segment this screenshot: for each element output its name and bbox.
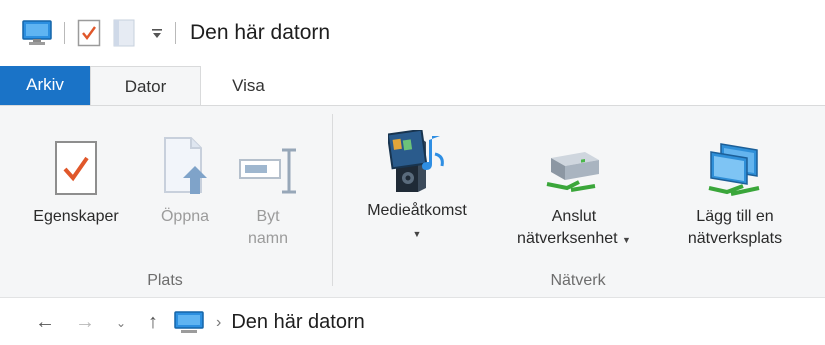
tab-arkiv[interactable]: Arkiv (0, 66, 90, 106)
breadcrumb[interactable]: Den här datorn (231, 311, 364, 334)
separator (175, 22, 176, 44)
group-separator (332, 114, 333, 286)
open-label: Öppna (160, 208, 210, 225)
rename-icon (238, 126, 298, 196)
add-network-location-label: Lägg till en nätverksplats (688, 206, 782, 250)
open-button[interactable]: Öppna (148, 126, 222, 228)
media-access-label: Medieåtkomst ▼ (367, 200, 467, 245)
computer-icon (22, 20, 52, 46)
map-network-drive-line1: Anslut (551, 208, 597, 225)
computer-icon (174, 310, 204, 335)
window-title: Den här datorn (190, 21, 331, 44)
map-network-drive-button[interactable]: Anslut nätverksenhet ▼ (494, 126, 654, 251)
rename-label-line2: namn (247, 230, 289, 247)
add-network-location-line1: Lägg till en (696, 208, 774, 225)
arrow-right-icon: → (75, 311, 95, 333)
add-network-location-line2: nätverksplats (687, 230, 783, 247)
properties-button[interactable]: Egenskaper (18, 126, 134, 228)
properties-icon[interactable] (77, 19, 101, 47)
group-label-natverk: Nätverk (550, 272, 606, 289)
open-icon (161, 126, 209, 196)
back-button[interactable]: ← (30, 308, 60, 338)
chevron-down-icon: ▼ (622, 235, 631, 245)
customize-quick-access-icon[interactable] (151, 26, 163, 40)
rename-label: Byt namn (248, 206, 288, 250)
separator (64, 22, 65, 44)
network-drive-icon (545, 126, 603, 196)
rename-button[interactable]: Byt namn (232, 126, 304, 250)
tab-dator[interactable]: Dator (90, 66, 201, 106)
address-bar: ← → ⌄ ↑ › Den här datorn (0, 300, 825, 345)
media-access-text: Medieåtkomst (367, 202, 467, 219)
arrow-up-icon: ↑ (148, 311, 158, 333)
arrow-left-icon: ← (35, 311, 55, 333)
ribbon-tabs: Arkiv Dator Visa (0, 66, 825, 106)
properties-icon (54, 126, 98, 196)
tab-visa[interactable]: Visa (201, 66, 296, 106)
forward-button[interactable]: → (70, 308, 100, 338)
map-network-drive-line2: nätverksenhet (517, 230, 618, 247)
chevron-down-icon: ⌄ (115, 315, 127, 330)
media-access-button[interactable]: Medieåtkomst ▼ (342, 120, 492, 245)
media-access-icon (388, 120, 446, 196)
ribbon: Egenskaper Öppna Byt namn Plats Medieåtk… (0, 105, 825, 298)
breadcrumb-chevron-icon[interactable]: › (216, 314, 221, 332)
group-plats: Egenskaper Öppna Byt namn Plats (0, 106, 330, 298)
new-folder-icon[interactable] (113, 19, 135, 47)
up-button[interactable]: ↑ (138, 308, 168, 338)
map-network-drive-label: Anslut nätverksenhet ▼ (517, 206, 631, 251)
group-natverk: Medieåtkomst ▼ Anslut nätverksenhet ▼ Lä… (334, 106, 822, 298)
network-location-icon (707, 126, 763, 196)
add-network-location-button[interactable]: Lägg till en nätverksplats (660, 126, 810, 250)
group-label-plats: Plats (147, 272, 183, 289)
properties-label: Egenskaper (33, 208, 119, 225)
title-bar: Den här datorn (0, 0, 825, 66)
recent-locations-button[interactable]: ⌄ (106, 308, 136, 338)
chevron-down-icon: ▼ (412, 229, 422, 239)
rename-label-line1: Byt (256, 208, 280, 225)
